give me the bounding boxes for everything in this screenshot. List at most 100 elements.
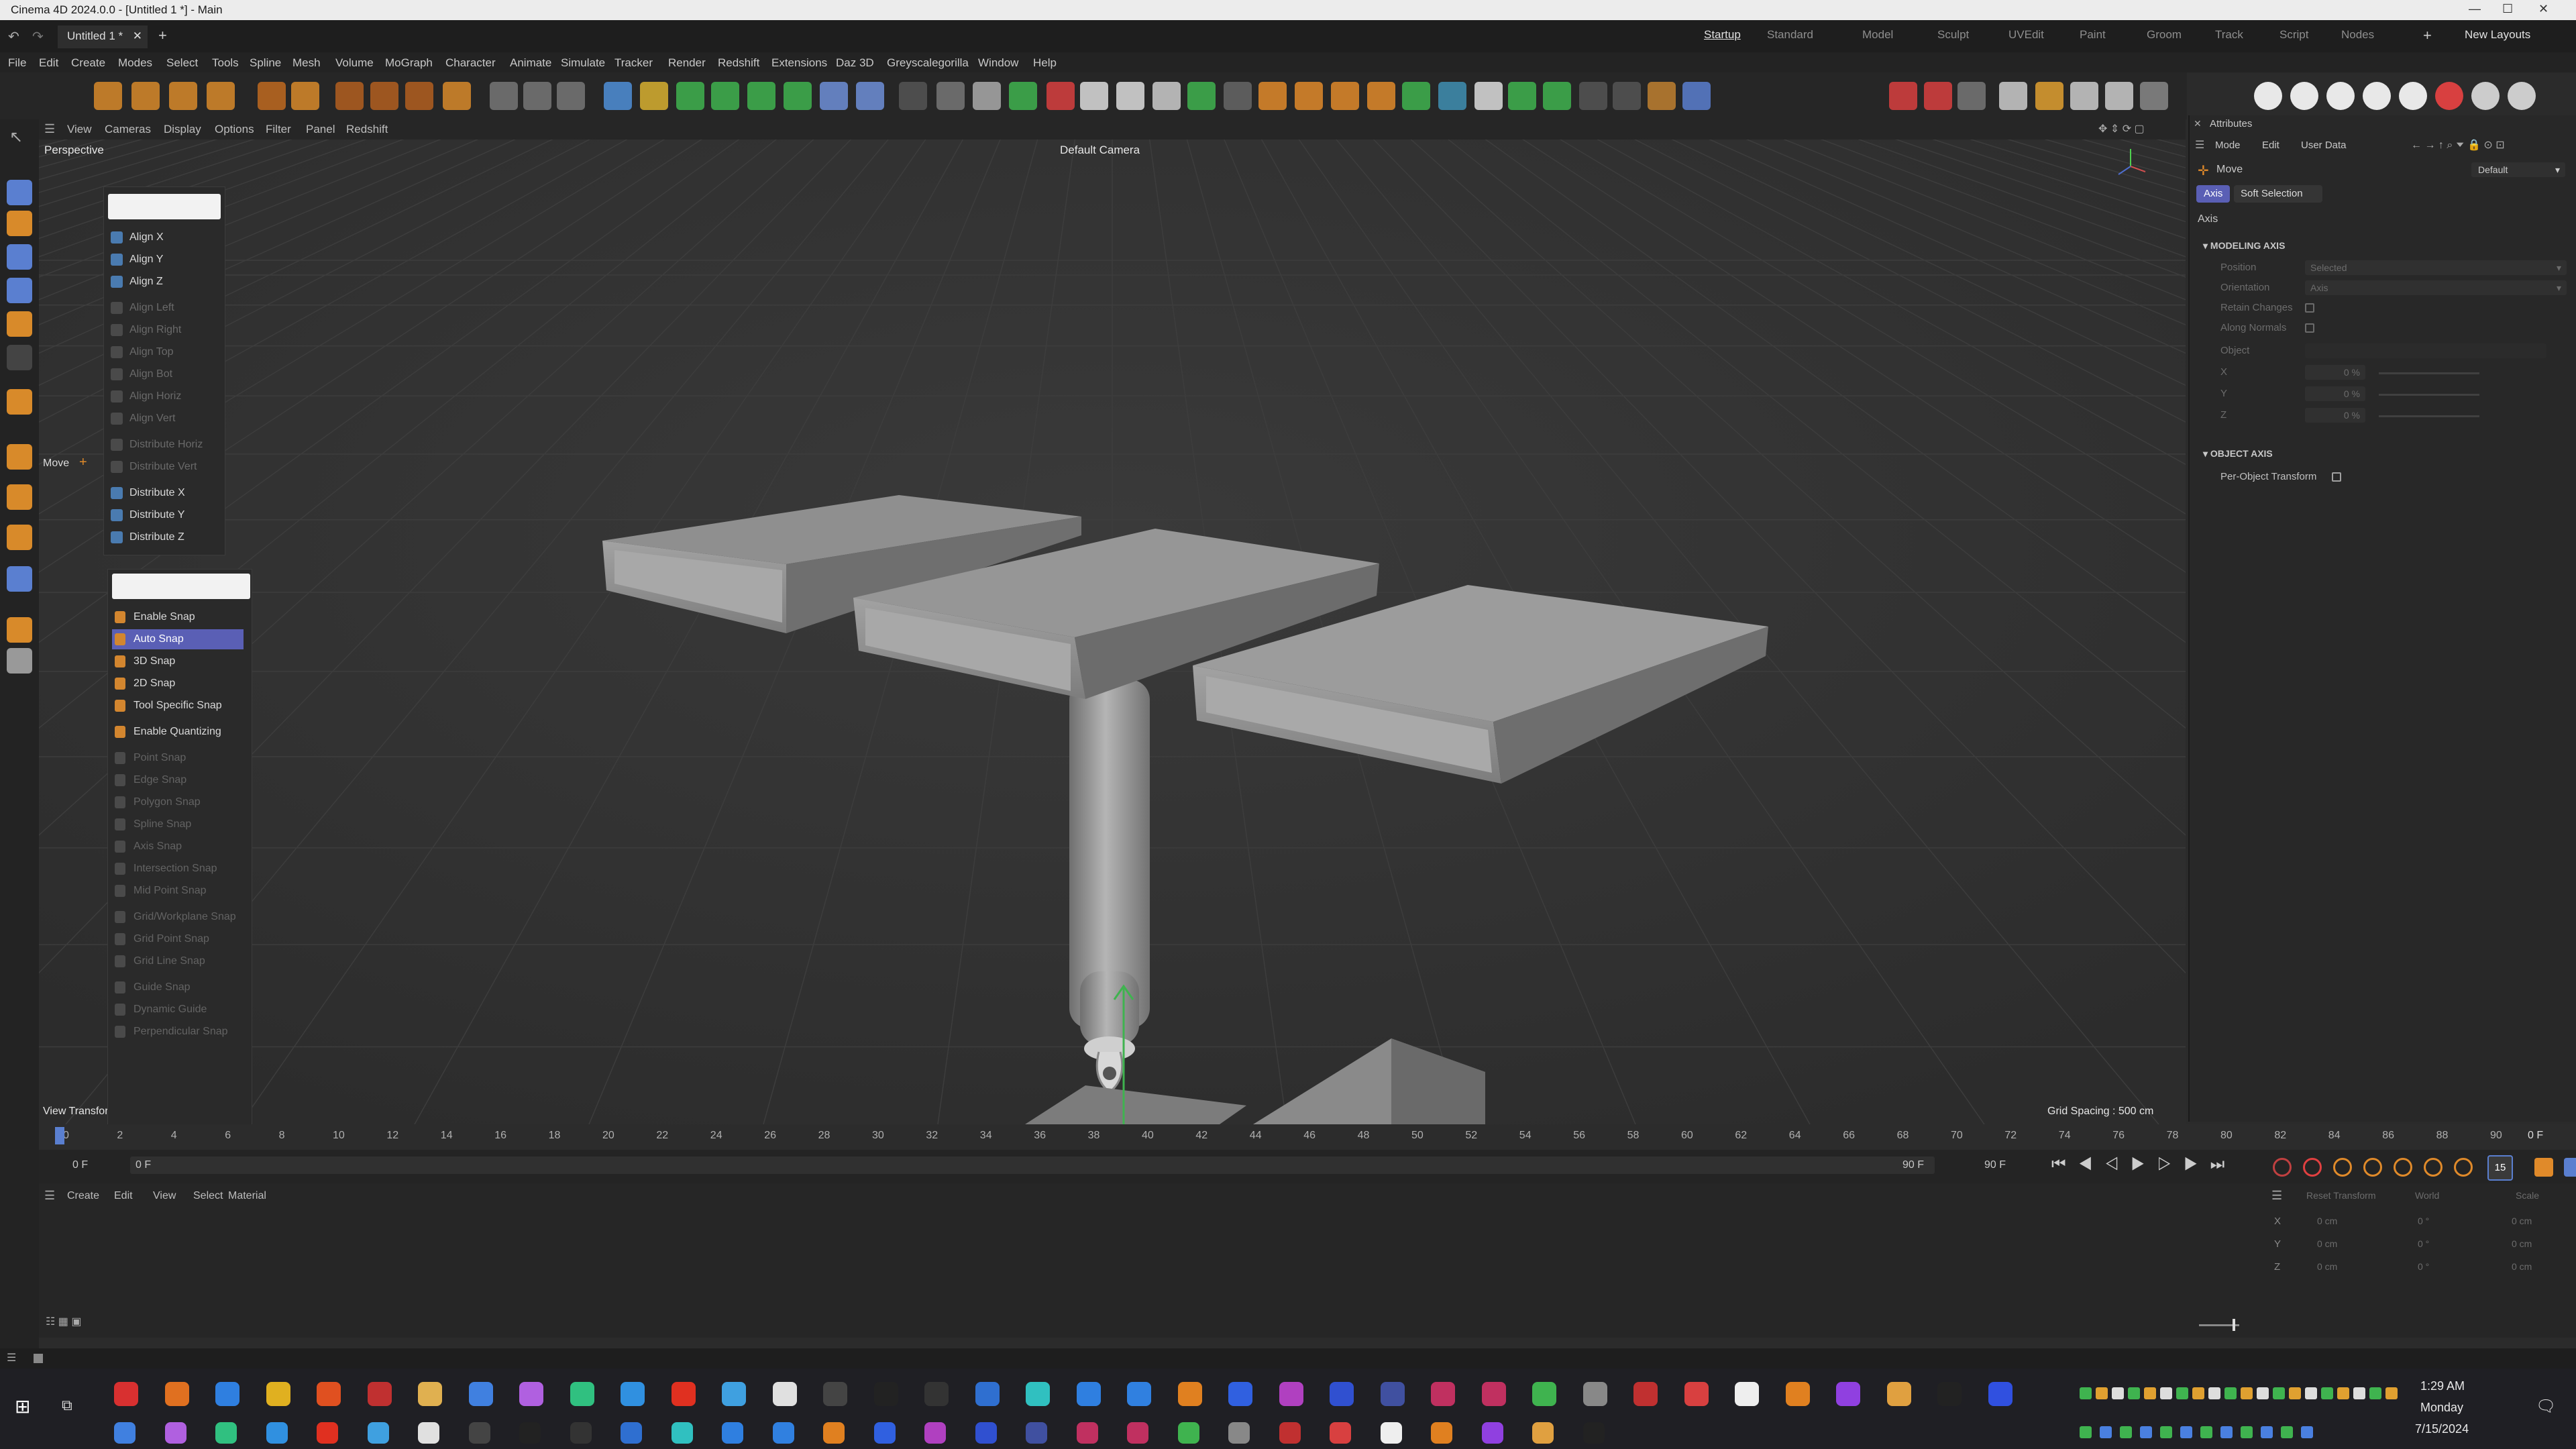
tray-icon-7[interactable] [2176, 1387, 2188, 1399]
scale-dropdown[interactable]: Scale [2516, 1190, 2539, 1201]
workplane-icon[interactable] [7, 566, 32, 592]
tab-layout-nodes[interactable]: Nodes [2341, 28, 2374, 42]
notification-icon[interactable]: 🗨 [2536, 1397, 2556, 1416]
taskbar-app-36-icon[interactable] [1886, 1382, 1911, 1406]
timeline-options-icon[interactable] [2564, 1158, 2576, 1177]
spin-4-icon[interactable] [2363, 82, 2391, 110]
taskbar-app-row2-17-icon[interactable] [924, 1422, 946, 1444]
coord-position-field[interactable]: 0 cm [2317, 1238, 2337, 1249]
clock-time[interactable]: 1:29 AM [2420, 1379, 2465, 1393]
taskbar-app-row2-15-icon[interactable] [823, 1422, 845, 1444]
ghost2-icon[interactable] [1613, 82, 1641, 110]
lock-icon[interactable] [2070, 82, 2098, 110]
material-menu-select[interactable]: Select [193, 1190, 223, 1202]
coord-icon[interactable] [443, 82, 471, 110]
tray-icon-13[interactable] [2273, 1387, 2285, 1399]
tray-icon-row2-5[interactable] [2160, 1426, 2172, 1438]
taskbar-app-row2-4-icon[interactable] [266, 1422, 288, 1444]
viewport-menu-view[interactable]: View [67, 123, 92, 136]
y-lock-icon[interactable] [370, 82, 398, 110]
menu-redshift[interactable]: Redshift [718, 56, 759, 70]
tray-icon-11[interactable] [2241, 1387, 2253, 1399]
coord-size-field[interactable]: 0 cm [2512, 1216, 2532, 1226]
taskbar-app-38-icon[interactable] [1988, 1382, 2012, 1406]
close-tab-icon[interactable]: ✕ [133, 30, 142, 43]
scale-icon[interactable] [207, 82, 235, 110]
undo-icon[interactable]: ↶ [8, 28, 19, 45]
snap-s-icon[interactable] [7, 444, 32, 470]
redo-icon[interactable]: ↷ [32, 28, 44, 45]
maximize-icon[interactable]: ☐ [2502, 2, 2513, 16]
cube-icon[interactable] [604, 82, 632, 110]
taskbar-app-row2-11-icon[interactable] [621, 1422, 642, 1444]
tab-document[interactable]: Untitled 1 * ✕ [58, 25, 148, 48]
view-mode-icons[interactable]: ☷ ▦ ▣ [46, 1315, 81, 1328]
taskbar-app-row2-10-icon[interactable] [570, 1422, 592, 1444]
green-gem-icon[interactable] [1543, 82, 1571, 110]
menu-modes[interactable]: Modes [118, 56, 152, 70]
retain-changes-checkbox[interactable] [2305, 303, 2314, 313]
field-icon[interactable] [856, 82, 884, 110]
extrude-icon[interactable] [711, 82, 739, 110]
taskbar-app-5-icon[interactable] [317, 1382, 341, 1406]
camera-icon[interactable] [936, 82, 965, 110]
viewport-menu-cameras[interactable]: Cameras [105, 123, 151, 136]
start-frame-field[interactable]: 0 F [72, 1159, 88, 1171]
record-off-icon[interactable] [2273, 1158, 2292, 1177]
snap-s2-icon[interactable] [7, 484, 32, 510]
fracture-icon[interactable] [784, 82, 812, 110]
zoom-slider-thumb[interactable] [2233, 1319, 2235, 1331]
tab-layout-track[interactable]: Track [2215, 28, 2243, 42]
taskbar-app-23-icon[interactable] [1228, 1382, 1252, 1406]
taskbar-app-29-icon[interactable] [1532, 1382, 1556, 1406]
taskbar-app-10-icon[interactable] [570, 1382, 594, 1406]
pointer-tool-icon[interactable]: ↖ [9, 127, 23, 147]
tray-icon-16[interactable] [2321, 1387, 2333, 1399]
material-menu-material[interactable]: Material [228, 1190, 266, 1202]
plugin-icon[interactable] [1682, 82, 1711, 110]
taskbar-app-27-icon[interactable] [1431, 1382, 1455, 1406]
coord-position-field[interactable]: 0 cm [2317, 1261, 2337, 1272]
viewport-menu-options[interactable]: Options [215, 123, 254, 136]
taskbar-app-24-icon[interactable] [1279, 1382, 1303, 1406]
tray-icon-9[interactable] [2208, 1387, 2220, 1399]
position-dropdown[interactable]: Selected ▾ [2305, 260, 2567, 275]
taskbar-app-15-icon[interactable] [823, 1382, 847, 1406]
key-pos-icon[interactable] [2333, 1158, 2352, 1177]
taskbar-app-row2-9-icon[interactable] [519, 1422, 541, 1444]
select-icon[interactable] [94, 82, 122, 110]
attr-nav-icons[interactable]: ← → ↑ ⌕ ⏷ 🔒 ⊙ ⊡ [2411, 138, 2505, 152]
taskbar-app-row2-30-icon[interactable] [1582, 1422, 1605, 1444]
rs-dots-icon[interactable] [1224, 82, 1252, 110]
tab-layout-standard[interactable]: Standard [1767, 28, 1813, 42]
render-queue-icon[interactable] [2435, 82, 2463, 110]
taskbar-app-16-icon[interactable] [873, 1382, 898, 1406]
menu-extensions[interactable]: Extensions [771, 56, 827, 70]
taskbar-app-row2-24-icon[interactable] [1279, 1422, 1301, 1444]
tray-icon-14[interactable] [2289, 1387, 2301, 1399]
material-menu-icon[interactable]: ☰ [44, 1189, 55, 1203]
menu-help[interactable]: Help [1033, 56, 1057, 70]
spin-5-icon[interactable] [2399, 82, 2427, 110]
taskbar-app-8-icon[interactable] [468, 1382, 493, 1406]
object-link-field[interactable] [2305, 343, 2546, 358]
snap-item-enable-snap[interactable]: Enable Snap [112, 607, 244, 627]
rs-tool-icon[interactable] [1152, 82, 1181, 110]
tray-icon-row2-8[interactable] [2220, 1426, 2233, 1438]
taskbar-app-row2-21-icon[interactable] [1127, 1422, 1148, 1444]
snap-item-3d-snap[interactable]: 3D Snap [112, 651, 244, 672]
menu-edit[interactable]: Edit [39, 56, 58, 70]
taskbar-app-31-icon[interactable] [1633, 1382, 1658, 1406]
taskbar-app-18-icon[interactable] [975, 1382, 1000, 1406]
taskbar-app-row2-29-icon[interactable] [1532, 1422, 1554, 1444]
taskbar-app-7-icon[interactable] [418, 1382, 442, 1406]
tab-axis[interactable]: Axis [2196, 185, 2230, 203]
move-icon[interactable] [131, 82, 160, 110]
z-lock-icon[interactable] [405, 82, 433, 110]
floor-icon[interactable] [899, 82, 927, 110]
panel-menu-icon[interactable]: ☰ [2195, 138, 2204, 152]
subdivide-icon[interactable] [676, 82, 704, 110]
rotate-icon[interactable] [169, 82, 197, 110]
snap-item-tool-specific-snap[interactable]: Tool Specific Snap [112, 696, 244, 716]
hamburger-icon[interactable]: ☰ [44, 122, 55, 136]
